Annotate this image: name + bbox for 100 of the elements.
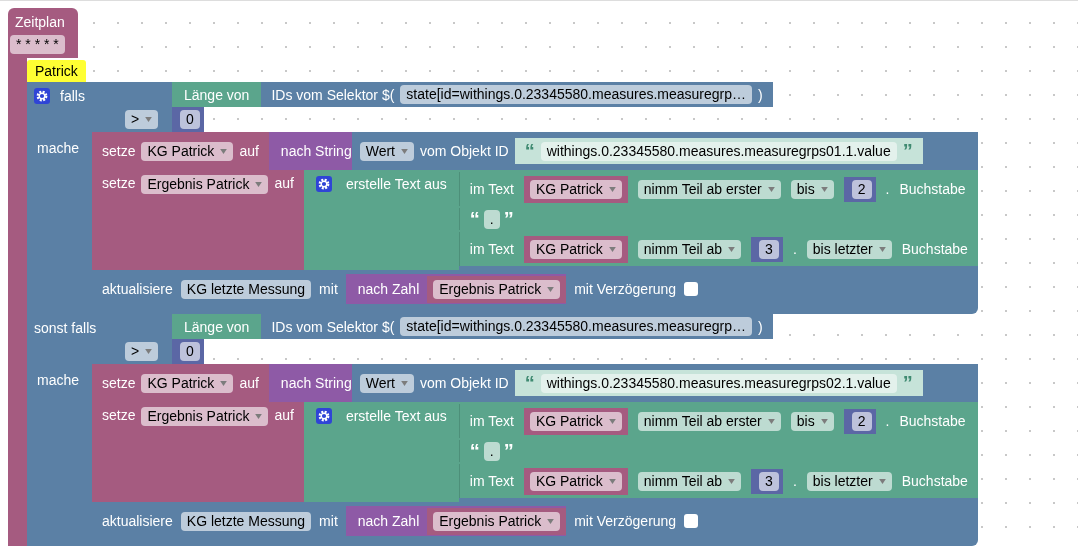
convert-block[interactable]: nach String [268,132,352,170]
variable-block[interactable]: Ergebnis Patrick [427,507,567,535]
text-block[interactable]: “ withings.0.23345580.measures.measuregrps02.1.value ” [514,370,923,396]
in-text-label: im Text [469,241,514,257]
text-field[interactable]: KG letzte Messung [180,279,312,299]
variable-block[interactable]: KG Patrick [523,407,628,435]
convert-block[interactable]: nach Zahl Ergebnis Patrick [345,274,567,304]
variable-block[interactable]: KG Patrick [523,467,628,495]
dropdown-field[interactable]: Ergebnis Patrick [141,175,269,194]
dropdown-arrow-icon [728,246,736,252]
convert-block[interactable]: nach String [268,364,352,402]
length-block[interactable]: Länge von IDs vom Selektor $( state[id=withings.0.23345580.measures.measuregrp… ) [172,314,773,339]
set-label: setze [102,375,136,391]
text-field[interactable]: withings.0.23345580.measures.measuregrps02.1.value [540,373,897,393]
block-label: . [885,413,890,429]
block-label: . [792,241,797,257]
text-field[interactable]: withings.0.23345580.measures.measuregrps01.1.value [540,141,897,161]
dropdown-field[interactable]: Wert [359,373,414,393]
dropdown-field[interactable]: Wert [359,141,414,161]
text-field[interactable]: state[id=withings.0.23345580.measures.measuregrp… [400,85,753,104]
set-label: setze [102,143,136,159]
number-field[interactable]: 0 [180,342,200,361]
selector-block[interactable]: IDs vom Selektor $( state[id=withings.0.23345580.measures.measuregrp… ) [261,82,773,107]
number-block[interactable]: 0 [172,339,204,364]
convert-block[interactable]: nach Zahl Ergebnis Patrick [345,506,567,536]
dropdown-field[interactable]: KG Patrick [529,411,622,431]
text-field[interactable]: state[id=withings.0.23345580.measures.measuregrp… [400,317,753,336]
text-block[interactable]: “ withings.0.23345580.measures.measuregrps01.1.value ” [514,138,923,164]
settings-icon[interactable] [315,176,332,192]
text-field[interactable]: * * * * * [10,35,65,54]
dropdown-field[interactable]: KG Patrick [141,141,234,161]
dropdown-field[interactable]: Ergebnis Patrick [433,279,561,299]
block-label: Buchstabe [899,413,966,429]
dropdown-arrow-icon [401,380,408,386]
dropdown-field[interactable]: > [125,110,159,129]
number-field[interactable]: 2 [851,179,872,199]
dropdown-field[interactable]: nimm Teil ab erster [637,411,781,431]
do-label: mache [37,372,80,388]
number-block[interactable]: 2 [843,408,876,434]
close-quote: ” [902,141,913,161]
number-block[interactable]: 0 [172,107,204,132]
dropdown-field[interactable]: bis [790,179,834,199]
selector-block[interactable]: IDs vom Selektor $( state[id=withings.0.23345580.measures.measuregrp… ) [261,314,773,339]
delay-label: mit Verzögerung [574,513,677,529]
compare-block[interactable]: > [115,314,172,364]
dropdown-field[interactable]: Ergebnis Patrick [141,407,269,426]
dropdown-field[interactable]: > [125,342,159,361]
set-label: setze [102,175,136,191]
set-variable-block[interactable]: setze Ergebnis Patrick auf [92,402,304,502]
object-label: vom Objekt ID [420,375,509,391]
dropdown-field[interactable]: nimm Teil ab erster [637,179,781,199]
selector-label: IDs vom Selektor $( [271,318,395,335]
dropdown-arrow-icon [547,286,555,292]
settings-icon[interactable] [315,408,332,424]
event-block[interactable]: Zeitplan * * * * * [8,8,78,58]
dropdown-arrow-icon [878,478,886,484]
comment-label[interactable]: Patrick [27,60,86,82]
dropdown-arrow-icon [820,418,828,424]
if-block[interactable]: falls [27,82,115,132]
variable-block[interactable]: KG Patrick [523,235,628,263]
dropdown-field[interactable]: bis letzter [806,471,892,491]
variable-block[interactable]: Ergebnis Patrick [427,275,567,303]
set-variable-block[interactable]: setze KG Patrick auf [92,132,269,170]
dropdown-arrow-icon [145,349,153,354]
dropdown-field[interactable]: nimm Teil ab [637,239,742,259]
dropdown-field[interactable]: Ergebnis Patrick [433,511,561,531]
to-label: auf [239,375,259,391]
in-text-label: im Text [469,413,514,429]
number-block[interactable]: 2 [843,176,876,202]
variable-block[interactable]: KG Patrick [523,175,628,203]
dropdown-field[interactable]: KG Patrick [529,239,622,259]
dropdown-field[interactable]: KG Patrick [529,471,622,491]
settings-icon[interactable] [34,88,50,104]
number-field[interactable]: 0 [180,110,200,129]
dropdown-arrow-icon [767,418,775,424]
dropdown-arrow-icon [767,186,775,192]
length-block[interactable]: Länge von IDs vom Selektor $( state[id=withings.0.23345580.measures.measuregrp… ) [172,82,773,107]
convert-label: nach Zahl [357,281,420,297]
dropdown-field[interactable]: bis [790,411,834,431]
block-label: Buchstabe [901,473,968,489]
number-field[interactable]: 2 [851,411,872,431]
text-field[interactable]: KG letzte Messung [180,511,312,531]
checkbox[interactable] [684,282,699,296]
set-variable-block[interactable]: setze KG Patrick auf [92,364,269,402]
number-field[interactable]: 3 [759,471,779,491]
dropdown-field[interactable]: KG Patrick [141,373,234,393]
dropdown-field[interactable]: nimm Teil ab [637,471,742,491]
if-block[interactable]: sonst falls [27,314,115,364]
text-field[interactable]: . [483,441,500,461]
number-block[interactable]: 3 [751,236,783,262]
dropdown-field[interactable]: KG Patrick [529,179,622,199]
number-block[interactable]: 3 [751,468,783,494]
delay-label: mit Verzögerung [574,281,677,297]
set-variable-block[interactable]: setze Ergebnis Patrick auf [92,170,304,270]
checkbox[interactable] [684,514,699,528]
update-label: aktualisiere [102,513,173,529]
number-field[interactable]: 3 [759,239,779,259]
text-field[interactable]: . [483,209,500,229]
dropdown-field[interactable]: bis letzter [806,239,892,259]
compare-block[interactable]: > [115,82,172,132]
